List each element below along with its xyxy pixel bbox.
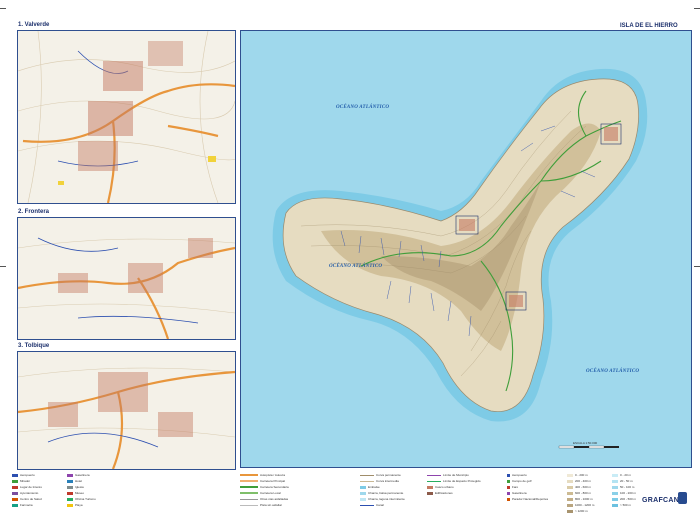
legend-place-parador: Parador Nacional/Deportes: [507, 496, 548, 502]
legend-alt-6: > 1200 m: [567, 508, 594, 514]
inset-map-tolbique-graphic: [18, 352, 235, 469]
scale-label: ESCALA 1:50.000: [573, 441, 598, 445]
inset-map-valverde-graphic: [18, 31, 235, 203]
legend-places: Aeropuerto Campo de golf Faro Gasolinera…: [507, 472, 548, 502]
main-map-title: ISLA DE EL HIERRO: [620, 23, 678, 29]
inset-title-valverde: 1. Valverde: [18, 22, 50, 28]
legend-route-pista: Pista sin asfaltar: [240, 502, 289, 508]
inset-map-frontera: [17, 217, 236, 340]
legend-poi-col1: Aeropuerto Mirador Lugar de Interés Ayun…: [12, 472, 42, 508]
publisher-logo: GRAFCAN: [642, 497, 680, 504]
ocean-label-south: OCÉANO ATLÁNTICO: [586, 369, 640, 374]
legend-hydro-canal: Canal: [360, 502, 405, 508]
ocean-label-north: OCÉANO ATLÁNTICO: [336, 105, 390, 110]
inset-title-tolbique: 3. Tolbique: [18, 343, 50, 349]
main-map: OCÉANO ATLÁNTICO OCÉANO ATLÁNTICO OCÉANO…: [240, 30, 692, 468]
map-legend: Aeropuerto Mirador Lugar de Interés Ayun…: [12, 472, 690, 524]
inset-map-frontera-graphic: [18, 218, 235, 339]
legend-altitude: 0 - 200 m 200 - 400 m 400 - 600 m 600 - …: [567, 472, 594, 514]
legend-poi-farmacia: Farmacia: [12, 502, 42, 508]
legend-admin: Límite de Municipio Límite de Espacio Pr…: [427, 472, 481, 496]
crop-mark-mr: [694, 266, 700, 267]
legend-depth-5: > 500 m: [612, 502, 636, 508]
legend-routes: Autopista / Autovía Carretera Principal …: [240, 472, 289, 508]
inset-map-valverde: [17, 30, 236, 204]
crop-mark-ml: [0, 266, 6, 267]
legend-hydro: Curva permanente Curva intermedia Embals…: [360, 472, 405, 508]
legend-admin-edificaciones: Edificaciones: [427, 490, 481, 496]
legend-poi-playa: Playa: [67, 502, 96, 508]
coat-of-arms-icon: [678, 492, 687, 504]
ocean-label-west: OCÉANO ATLÁNTICO: [329, 264, 383, 269]
legend-depth: 0 - 20 m 20 - 50 m 50 - 100 m 100 - 200 …: [612, 472, 636, 508]
inset-title-frontera: 2. Frontera: [18, 209, 50, 215]
legend-poi-col2: Gasolinera Hotel Iglesia Museo Oficina T…: [67, 472, 96, 508]
crop-mark-tl: [0, 8, 6, 9]
crop-mark-tr: [694, 8, 700, 9]
island-map-graphic: [241, 31, 691, 467]
inset-map-tolbique: [17, 351, 236, 470]
